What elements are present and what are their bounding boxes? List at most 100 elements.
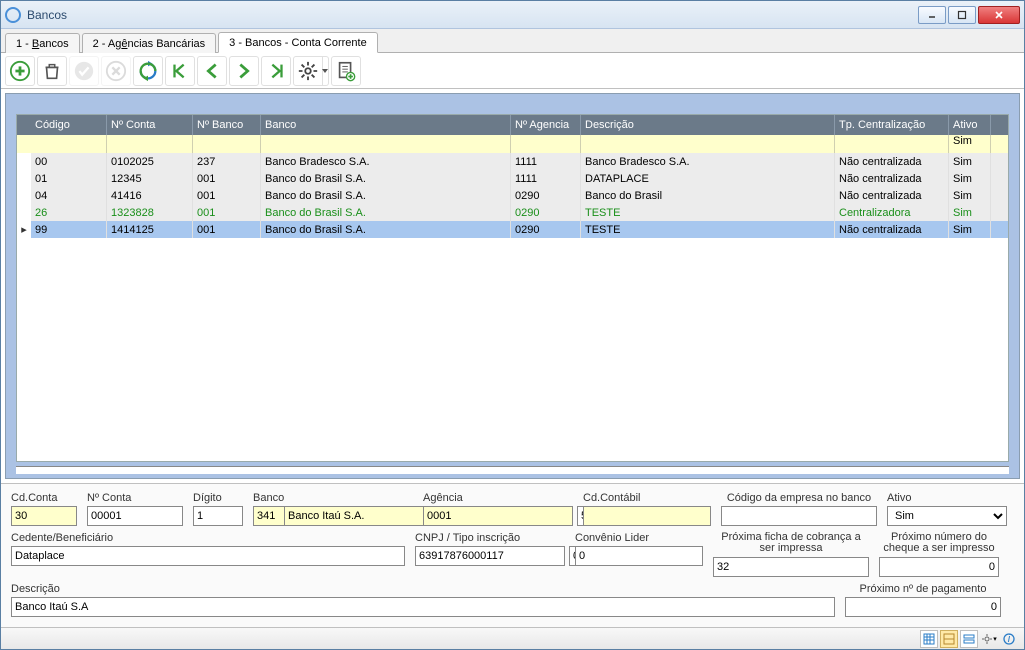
cell-descricao: TESTE [581,204,835,221]
input-digito[interactable] [193,506,243,526]
col-header-banco[interactable]: Banco [261,115,511,135]
filter-nagencia[interactable] [511,135,581,153]
titlebar: Bancos [1,1,1024,29]
input-agencia[interactable] [423,506,573,526]
info-icon[interactable]: i [1000,630,1018,648]
filter-ativo[interactable]: Sim [949,135,991,153]
label-banco: Banco [253,492,413,504]
input-proxcheque[interactable] [879,557,999,577]
table-row[interactable]: 991414125001Banco do Brasil S.A.0290TEST… [31,221,1008,238]
settings-dropdown[interactable] [321,56,329,86]
label-nconta: Nº Conta [87,492,183,504]
cell-tpcentral: Não centralizada [835,170,949,187]
view-form-icon[interactable] [940,630,958,648]
col-header-nagencia[interactable]: Nº Agencia [511,115,581,135]
tab-bancos[interactable]: 1 - Bancos [5,33,80,53]
cell-codigo: 26 [31,204,107,221]
delete-button[interactable] [37,56,67,86]
cell-nagencia: 0290 [511,204,581,221]
minimize-button[interactable] [918,6,946,24]
filter-descricao[interactable] [581,135,835,153]
col-header-descricao[interactable]: Descrição [581,115,835,135]
input-nconta[interactable] [87,506,183,526]
cell-nbanco: 001 [193,187,261,204]
row-indicator [17,187,31,204]
prev-button[interactable] [197,56,227,86]
next-button[interactable] [229,56,259,86]
input-banco[interactable] [285,506,434,526]
label-descricao: Descrição [11,583,835,595]
col-header-ativo[interactable]: Ativo [949,115,991,135]
table-row[interactable]: 261323828001Banco do Brasil S.A.0290TEST… [31,204,1008,221]
filter-codigo[interactable] [31,135,107,153]
window-title: Bancos [27,8,918,22]
input-descricao[interactable] [11,597,835,617]
status-settings-icon[interactable]: ▾ [980,630,998,648]
cell-nbanco: 001 [193,204,261,221]
filter-tpcentral[interactable] [835,135,949,153]
cell-banco: Banco do Brasil S.A. [261,170,511,187]
input-cedente[interactable] [11,546,405,566]
row-indicator [17,204,31,221]
cell-nconta: 1323828 [107,204,193,221]
filter-banco[interactable] [261,135,511,153]
input-codempresa[interactable] [721,506,877,526]
data-grid[interactable]: Código Nº Conta Nº Banco Banco Nº Agenci… [16,114,1009,462]
label-proxcheque: Próximo número do cheque a ser impresso [879,532,999,555]
row-indicator [17,153,31,170]
tab-bar: 1 - Bancos 2 - Agências Bancárias 3 - Ba… [1,29,1024,53]
new-document-button[interactable] [331,56,361,86]
window: Bancos 1 - Bancos 2 - Agências Bancárias… [0,0,1025,650]
col-header-nbanco[interactable]: Nº Banco [193,115,261,135]
view-grid-icon[interactable] [920,630,938,648]
view-card-icon[interactable] [960,630,978,648]
cell-nconta: 1414125 [107,221,193,238]
input-cdcontabil[interactable] [583,506,711,526]
label-cnpj: CNPJ / Tipo inscrição [415,532,565,544]
settings-button[interactable] [293,56,323,86]
label-cedente: Cedente/Beneficiário [11,532,405,544]
select-ativo[interactable]: Sim [887,506,1007,526]
cell-descricao: DATAPLACE [581,170,835,187]
cell-codigo: 99 [31,221,107,238]
label-proxficha: Próxima ficha de cobrança a ser impressa [713,532,869,555]
cell-ativo: Sim [949,170,991,187]
tab-conta-corrente[interactable]: 3 - Bancos - Conta Corrente [218,32,378,53]
close-button[interactable] [978,6,1020,24]
detail-form: Cd.Conta Nº Conta Dígito Banco Agência C… [1,483,1024,627]
input-nbanco[interactable] [253,506,285,526]
cell-banco: Banco do Brasil S.A. [261,187,511,204]
label-convenio: Convênio Lider [575,532,703,544]
first-button[interactable] [165,56,195,86]
cell-tpcentral: Não centralizada [835,221,949,238]
col-header-tpcentral[interactable]: Tp. Centralização [835,115,949,135]
label-digito: Dígito [193,492,243,504]
cell-descricao: TESTE [581,221,835,238]
label-agencia: Agência [423,492,573,504]
add-button[interactable] [5,56,35,86]
input-proxpag[interactable] [845,597,1001,617]
cell-nconta: 41416 [107,187,193,204]
grid-horizontal-scroll[interactable] [16,466,1009,474]
table-row[interactable]: 0441416001Banco do Brasil S.A.0290Banco … [31,187,1008,204]
cell-banco: Banco do Brasil S.A. [261,204,511,221]
table-row[interactable]: 000102025237Banco Bradesco S.A.1111Banco… [31,153,1008,170]
last-button[interactable] [261,56,291,86]
col-header-codigo[interactable]: Código [31,115,107,135]
cell-banco: Banco Bradesco S.A. [261,153,511,170]
input-convenio[interactable] [575,546,703,566]
cell-ativo: Sim [949,221,991,238]
filter-nbanco[interactable] [193,135,261,153]
maximize-button[interactable] [948,6,976,24]
col-header-nconta[interactable]: Nº Conta [107,115,193,135]
filter-nconta[interactable] [107,135,193,153]
input-cdconta[interactable] [11,506,77,526]
input-cnpj[interactable] [415,546,565,566]
label-cdcontabil: Cd.Contábil [583,492,711,504]
cell-tpcentral: Centralizadora [835,204,949,221]
table-row[interactable]: 0112345001Banco do Brasil S.A.1111DATAPL… [31,170,1008,187]
tab-agencias[interactable]: 2 - Agências Bancárias [82,33,217,53]
cell-tpcentral: Não centralizada [835,153,949,170]
refresh-button[interactable] [133,56,163,86]
input-proxficha[interactable] [713,557,869,577]
